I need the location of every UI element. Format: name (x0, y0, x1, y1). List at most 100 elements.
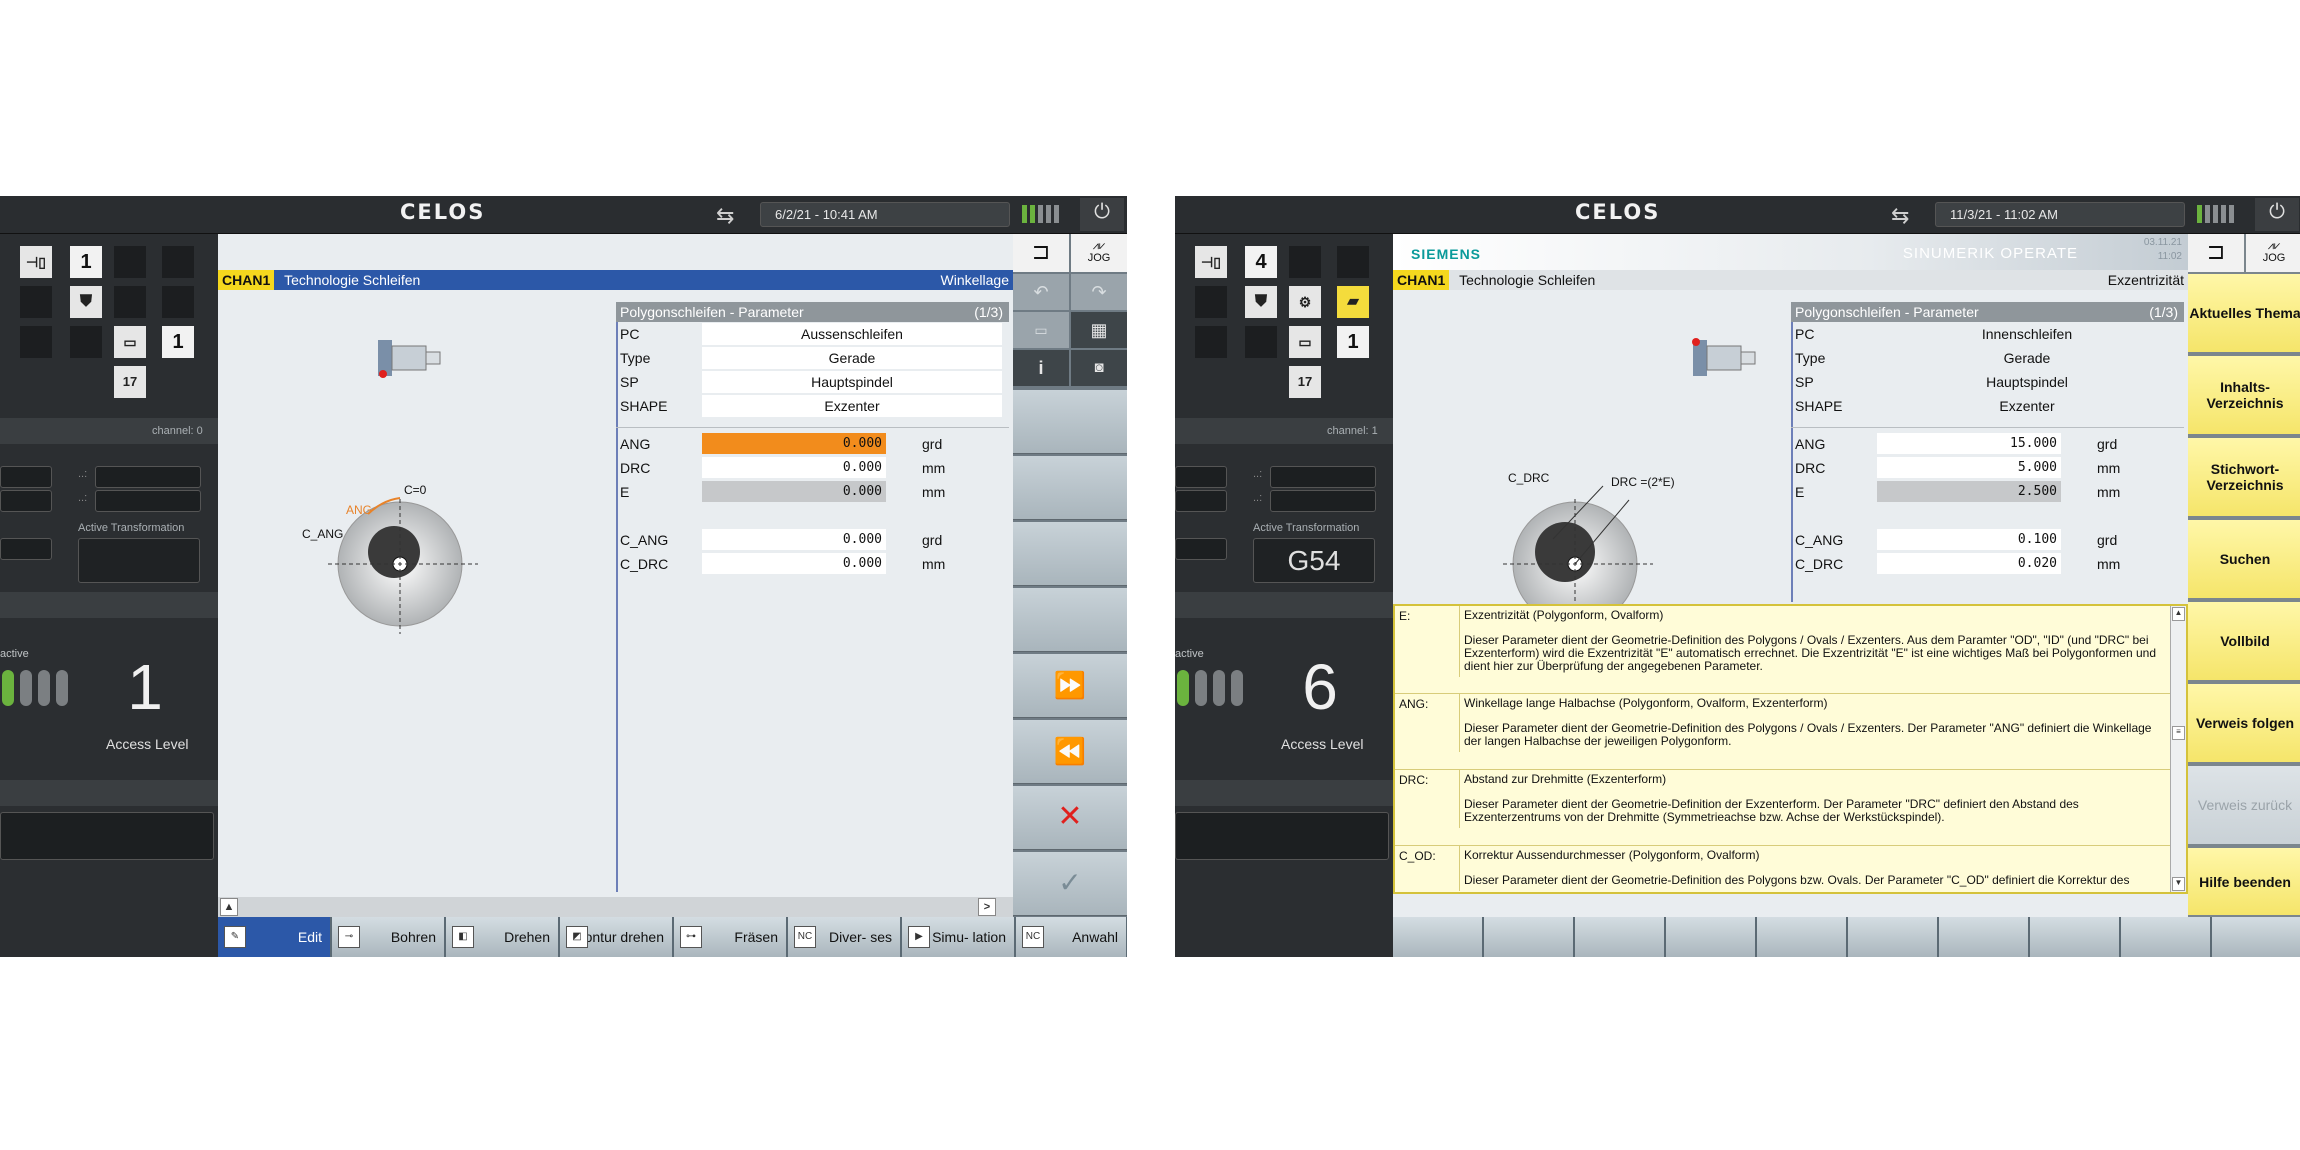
softkey-verweis-zurueck[interactable]: Verweis zurück (2188, 766, 2300, 846)
param-row-sp[interactable]: SP Hauptspindel (1791, 370, 2184, 394)
softkey-empty[interactable] (2121, 917, 2211, 957)
scroll-right-icon[interactable]: > (978, 898, 996, 916)
softkey-empty[interactable] (1013, 522, 1127, 586)
rewind-icon[interactable]: ⏪ (1013, 720, 1127, 784)
channel-bar: CHAN1 Technologie Schleifen Exzentrizitä… (1393, 270, 2188, 290)
param-row-c-ang[interactable]: C_ANG 0.000 grd (616, 528, 1009, 552)
camera-icon[interactable]: ◙ (1071, 350, 1127, 386)
softkey-empty[interactable] (1013, 456, 1127, 520)
empty-slot-icon (1289, 246, 1321, 278)
param-row-shape[interactable]: SHAPE Exzenter (616, 394, 1009, 418)
softkey-empty[interactable] (1013, 588, 1127, 652)
softkey-edit[interactable]: ✎ Edit (218, 917, 331, 957)
undo-icon[interactable]: ↶ (1013, 274, 1069, 310)
coolant-icon[interactable]: ⛊ (1245, 286, 1277, 318)
fast-forward-icon[interactable]: ⏩ (1013, 654, 1127, 718)
param-row-e[interactable]: E 0.000 mm (616, 480, 1009, 504)
horizontal-scrollbar[interactable]: ▲ > (218, 897, 1013, 917)
softkey-empty[interactable] (2212, 917, 2300, 957)
softkey-empty[interactable] (1757, 917, 1847, 957)
softkey-empty[interactable] (1666, 917, 1756, 957)
param-row-drc[interactable]: DRC 0.000 mm (616, 456, 1009, 480)
status-led (1195, 670, 1207, 706)
access-level-label: Access Level (1281, 736, 1364, 752)
calendar-icon[interactable]: 17 (1289, 366, 1321, 398)
softkey-diverses[interactable]: NC Diver- ses (788, 917, 901, 957)
c-drc-input[interactable]: 0.000 (702, 553, 886, 574)
spindle-icon[interactable]: ⊣▯ (20, 246, 52, 278)
softkey-bohren[interactable]: ⊸ Bohren (332, 917, 445, 957)
scroll-thumb[interactable]: ≡ (2172, 726, 2185, 740)
cancel-icon[interactable]: ✕ (1013, 786, 1127, 850)
softkey-empty[interactable] (1848, 917, 1938, 957)
param-row-type[interactable]: Type Gerade (1791, 346, 2184, 370)
param-row-c-drc[interactable]: C_DRC 0.020 mm (1791, 552, 2184, 576)
param-row-pc[interactable]: PC Aussenschleifen (616, 322, 1009, 346)
softkey-anwahl[interactable]: NC Anwahl (1016, 917, 1127, 957)
softkey-simulation[interactable]: ▶ Simu- lation (902, 917, 1015, 957)
calculator-icon[interactable]: ▦ (1071, 312, 1127, 348)
softkey-empty[interactable] (1484, 917, 1574, 957)
turning-icon: ◧ (452, 926, 474, 948)
field (1270, 466, 1376, 488)
softkey-aktuelles-thema[interactable]: Aktuelles Thema (2188, 274, 2300, 354)
drc-input[interactable]: 5.000 (1877, 457, 2061, 478)
softkey-empty[interactable] (1013, 390, 1127, 454)
softkey-empty[interactable] (1393, 917, 1483, 957)
power-icon[interactable]: ⏻ (2255, 198, 2299, 231)
c-ang-input[interactable]: 0.100 (1877, 529, 2061, 550)
softkey-drehen[interactable]: ◧ Drehen (446, 917, 559, 957)
workpiece-icon[interactable]: ▭ (1289, 326, 1321, 358)
help-panel[interactable]: E: Exzentrizität (Polygonform, Ovalform)… (1393, 604, 2188, 894)
power-icon[interactable]: ⏻ (1080, 198, 1124, 231)
coolant-icon[interactable]: ⛊ (70, 286, 102, 318)
param-row-shape[interactable]: SHAPE Exzenter (1791, 394, 2184, 418)
param-row-ang[interactable]: ANG 15.000 grd (1791, 432, 2184, 456)
softkey-inhaltsverzeichnis[interactable]: Inhalts- Verzeichnis (2188, 356, 2300, 436)
param-row-type[interactable]: Type Gerade (616, 346, 1009, 370)
param-row-pc[interactable]: PC Innenschleifen (1791, 322, 2184, 346)
softkey-verweis-folgen[interactable]: Verweis folgen (2188, 684, 2300, 764)
ang-input[interactable]: 0.000 (702, 433, 886, 454)
softkey-stichwortverzeichnis[interactable]: Stichwort- Verzeichnis (2188, 438, 2300, 518)
softkey-fraesen[interactable]: ⊶ Fräsen (674, 917, 787, 957)
param-row-e[interactable]: E 2.500 mm (1791, 480, 2184, 504)
spindle-icon[interactable]: ⊣▯ (1195, 246, 1227, 278)
softkey-empty[interactable] (1575, 917, 1665, 957)
param-row-drc[interactable]: DRC 5.000 mm (1791, 456, 2184, 480)
keyboard-icon[interactable]: ▭ (1013, 312, 1069, 348)
param-row-c-drc[interactable]: C_DRC 0.000 mm (616, 552, 1009, 576)
scroll-up-icon[interactable]: ▲ (220, 898, 238, 916)
scroll-up-icon[interactable]: ▲ (2172, 607, 2185, 621)
switch-arrows-icon[interactable]: ⇆ (716, 203, 734, 229)
scroll-down-icon[interactable]: ▼ (2172, 877, 2185, 891)
param-row-c-ang[interactable]: C_ANG 0.100 grd (1791, 528, 2184, 552)
workpiece-icon[interactable]: ▭ (114, 326, 146, 358)
jog-button[interactable]: ⩘⩗ JOG (2246, 234, 2300, 272)
c-ang-input[interactable]: 0.000 (702, 529, 886, 550)
softkey-empty[interactable] (2030, 917, 2120, 957)
main-area: SIEMENS SINUMERIK OPERATE 03.11.21 11:02 … (1393, 234, 2188, 917)
softkey-empty[interactable] (1939, 917, 2029, 957)
transformation-box (78, 538, 200, 583)
softkey-hilfe-beenden[interactable]: Hilfe beenden (2188, 848, 2300, 917)
accept-icon[interactable]: ✓ (1013, 852, 1127, 916)
ang-input[interactable]: 15.000 (1877, 433, 2061, 454)
program-icon[interactable]: ⊐ (1013, 234, 1069, 272)
program-icon[interactable]: ⊐ (2188, 234, 2244, 272)
switch-arrows-icon[interactable]: ⇆ (1891, 203, 1909, 229)
drc-input[interactable]: 0.000 (702, 457, 886, 478)
softkey-vollbild[interactable]: Vollbild (2188, 602, 2300, 682)
softkey-kontur-drehen[interactable]: ◩ Kontur drehen (560, 917, 673, 957)
door-icon[interactable]: ▰ (1337, 286, 1369, 318)
param-row-ang[interactable]: ANG 0.000 grd (616, 432, 1009, 456)
help-scrollbar[interactable]: ▲ ≡ ▼ (2170, 606, 2186, 892)
jog-button[interactable]: ⩘⩗ JOG (1071, 234, 1127, 272)
param-row-sp[interactable]: SP Hauptspindel (616, 370, 1009, 394)
redo-icon[interactable]: ↷ (1071, 274, 1127, 310)
softkey-suchen[interactable]: Suchen (2188, 520, 2300, 600)
calendar-icon[interactable]: 17 (114, 366, 146, 398)
info-icon[interactable]: i (1013, 350, 1069, 386)
c-drc-input[interactable]: 0.020 (1877, 553, 2061, 574)
tool-change-icon[interactable]: ⚙ (1289, 286, 1321, 318)
